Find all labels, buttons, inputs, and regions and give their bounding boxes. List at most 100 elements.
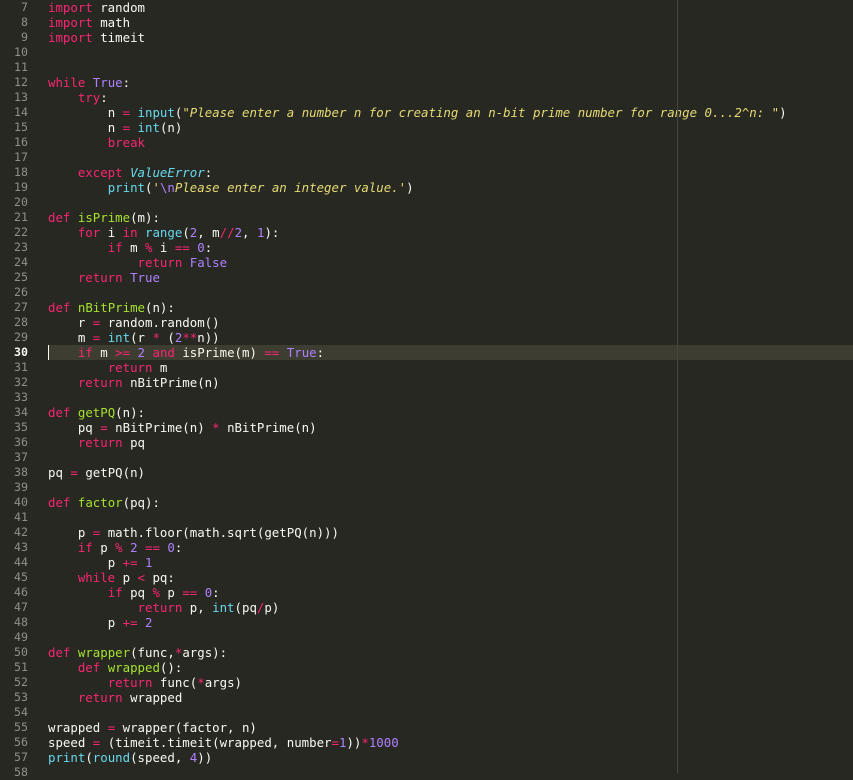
code-token: if xyxy=(107,240,123,255)
code-token: print xyxy=(107,180,145,195)
code-line[interactable]: while True: xyxy=(48,75,130,90)
code-token: == xyxy=(182,585,198,600)
code-token: m xyxy=(152,360,168,375)
code-line[interactable]: while p < pq: xyxy=(48,570,175,585)
line-number-gutter[interactable]: 7 8 9 10 11 12 13 14 15 16 17 18 19 20 21 22 23 24 25 26 27 2… xyxy=(0,0,44,779)
code-line[interactable]: def isPrime(m): xyxy=(48,210,160,225)
code-token: False xyxy=(189,255,228,270)
code-token: and xyxy=(152,345,175,360)
code-token: p xyxy=(115,570,138,585)
code-line[interactable]: import math xyxy=(48,15,130,30)
code-token: def xyxy=(77,660,101,675)
code-line[interactable]: p += 1 xyxy=(48,555,153,570)
code-token: args) xyxy=(204,675,242,690)
code-editor[interactable]: 7 8 9 10 11 12 13 14 15 16 17 18 19 20 21 22 23 24 25 26 27 2… xyxy=(0,0,853,779)
code-token: return xyxy=(137,600,183,615)
code-token: return xyxy=(77,435,123,450)
code-token: factor xyxy=(77,495,123,510)
code-token: 2 xyxy=(145,615,153,630)
code-line[interactable]: return True xyxy=(48,270,160,285)
line-number: 17 xyxy=(14,150,28,164)
code-line[interactable]: wrapped = wrapper(factor, n) xyxy=(48,720,257,735)
code-token: (n) xyxy=(159,120,183,135)
code-line[interactable]: try: xyxy=(48,90,108,105)
code-token: def xyxy=(48,645,71,660)
code-token: i xyxy=(152,240,175,255)
code-token: nBitPrime xyxy=(77,300,145,315)
code-line[interactable]: return wrapped xyxy=(48,690,182,705)
code-token: if xyxy=(77,345,93,360)
code-line[interactable]: return m xyxy=(48,360,168,375)
code-area[interactable]: import random import math import timeit whi… xyxy=(48,0,853,773)
code-line[interactable]: break xyxy=(48,135,145,150)
line-number: 37 xyxy=(14,450,28,464)
code-line[interactable]: for i in range(2, m//2, 1): xyxy=(48,225,280,240)
code-line[interactable]: if pq % p == 0: xyxy=(48,585,220,600)
code-line[interactable]: n = input("Please enter a number n for c… xyxy=(48,105,787,120)
code-token: , xyxy=(242,225,257,240)
code-line[interactable]: import timeit xyxy=(48,30,145,45)
code-token: (func, xyxy=(130,645,175,660)
code-token: * xyxy=(152,330,160,345)
code-token: i xyxy=(100,225,123,240)
code-line[interactable]: if p % 2 == 0: xyxy=(48,540,183,555)
code-token: p xyxy=(92,540,116,555)
code-line[interactable]: r = random.random() xyxy=(48,315,220,330)
code-line[interactable]: def wrapped(): xyxy=(48,660,182,675)
code-line[interactable]: p = math.floor(math.sqrt(getPQ(n))) xyxy=(48,525,339,540)
code-token: (m): xyxy=(130,210,160,225)
code-line[interactable]: except ValueError: xyxy=(48,165,212,180)
code-token: ( xyxy=(159,330,175,345)
code-line[interactable]: def factor(pq): xyxy=(48,495,160,510)
code-token: \n xyxy=(159,180,175,195)
line-number: 24 xyxy=(14,255,28,269)
code-token: : xyxy=(204,165,213,180)
code-token: round xyxy=(92,750,131,765)
code-line[interactable]: if m % i == 0: xyxy=(48,240,213,255)
code-line[interactable]: import random xyxy=(48,0,145,15)
code-line[interactable]: n = int(n) xyxy=(48,120,183,135)
code-line[interactable]: return func(*args) xyxy=(48,675,242,690)
code-line[interactable]: m = int(r * (2**n)) xyxy=(48,330,220,345)
line-number: 16 xyxy=(14,135,28,149)
line-number: 50 xyxy=(14,645,28,659)
code-line[interactable]: def nBitPrime(n): xyxy=(48,300,175,315)
code-token: == xyxy=(264,345,280,360)
code-token: def xyxy=(48,300,71,315)
code-line[interactable]: print(round(speed, 4)) xyxy=(48,750,212,765)
code-line[interactable]: return False xyxy=(48,255,228,270)
line-number: 7 xyxy=(21,0,28,14)
code-token: True xyxy=(92,75,123,90)
code-line[interactable]: return pq xyxy=(48,435,145,450)
code-line[interactable]: def wrapper(func,*args): xyxy=(48,645,227,660)
line-number: 49 xyxy=(14,630,28,644)
code-token: * xyxy=(212,420,220,435)
code-line[interactable]: speed = (timeit.timeit(wrapped, number=1… xyxy=(48,735,399,750)
code-line[interactable]: p += 2 xyxy=(48,615,153,630)
code-token: if xyxy=(77,540,93,555)
code-line[interactable]: pq = nBitPrime(n) * nBitPrime(n) xyxy=(48,420,317,435)
code-line[interactable]: pq = getPQ(n) xyxy=(48,465,145,480)
code-token: m xyxy=(77,330,93,345)
code-line[interactable]: def getPQ(n): xyxy=(48,405,145,420)
code-token: 0 xyxy=(197,240,205,255)
code-token: math xyxy=(92,15,131,30)
code-line[interactable]: print('\nPlease enter an integer value.'… xyxy=(48,180,414,195)
code-token: r xyxy=(77,315,93,330)
code-token: ( xyxy=(182,225,190,240)
code-token: = xyxy=(100,420,108,435)
code-line[interactable]: return nBitPrime(n) xyxy=(48,375,220,390)
code-token: % xyxy=(152,585,160,600)
line-number: 41 xyxy=(14,510,28,524)
code-line[interactable]: return p, int(pq/p) xyxy=(48,600,280,615)
code-token: 0 xyxy=(167,540,175,555)
code-token: while xyxy=(48,75,86,90)
code-line[interactable]: if m >= 2 and isPrime(m) == True: xyxy=(48,345,324,360)
